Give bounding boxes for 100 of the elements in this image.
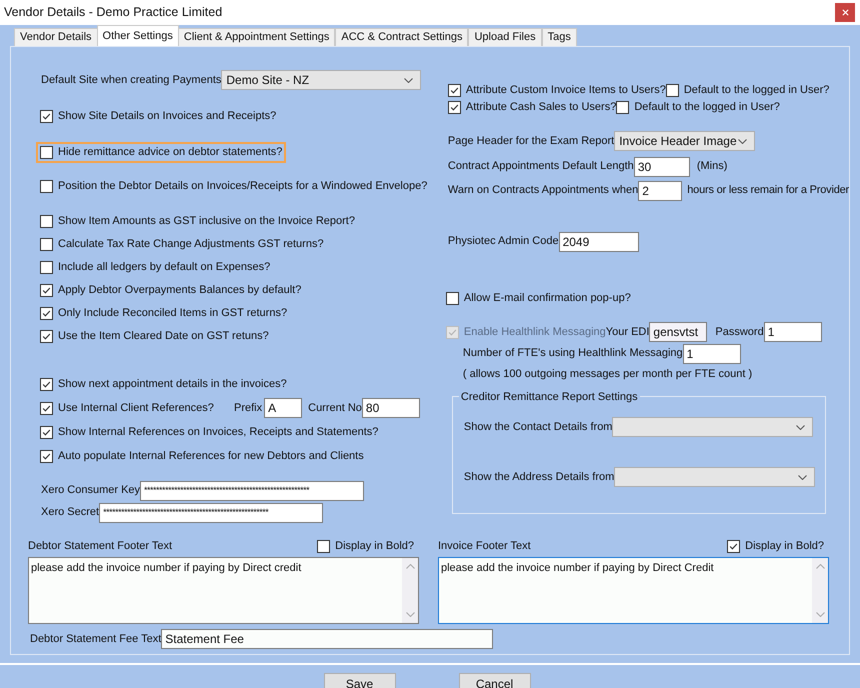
checkbox[interactable] <box>448 101 461 114</box>
field-label: Calculate Tax Rate Change Adjustments GST returns? <box>58 237 324 252</box>
checkbox[interactable] <box>616 101 630 114</box>
field-label: Xero Secret <box>41 505 100 520</box>
field-label: Apply Debtor Overpayments Balances by default? <box>58 283 302 298</box>
dialog-button[interactable]: Cancel <box>458 673 530 688</box>
checkbox[interactable] <box>727 540 740 553</box>
checkbox[interactable] <box>446 292 459 304</box>
checkbox[interactable] <box>40 307 53 320</box>
input-field[interactable]: 80 <box>362 398 420 418</box>
checkbox[interactable] <box>666 84 679 97</box>
check-icon <box>41 308 52 319</box>
dropdown[interactable]: Invoice Header Image <box>614 131 756 151</box>
field-label: Attribute Custom Invoice Items to Users? <box>466 83 666 98</box>
chevron-down-icon <box>738 138 748 144</box>
field-label: Warn on Contracts Appointments when <box>448 183 638 198</box>
checkbox[interactable] <box>40 110 53 123</box>
checkbox[interactable] <box>40 146 53 159</box>
chevron-down-icon <box>404 78 414 82</box>
tab[interactable]: Tags <box>542 28 577 46</box>
field-label: Show Site Details on Invoices and Receipts? <box>58 109 276 124</box>
tab[interactable]: Upload Files <box>468 28 542 46</box>
field-label: (Mins) <box>696 159 728 174</box>
field-label: Debtor Statement Fee Text <box>30 632 162 647</box>
check-icon <box>448 85 460 96</box>
chevron-up-icon <box>816 564 824 569</box>
input-field[interactable]: ******************************************************* <box>99 502 324 522</box>
field-label: Physiotec Admin Code <box>448 234 559 250</box>
dropdown[interactable]: Demo Site - NZ <box>221 70 422 90</box>
field-label: Your EDI <box>606 324 650 340</box>
field-label: Show Item Amounts as GST inclusive on the Invoice Report? <box>58 214 355 230</box>
input-field[interactable]: 2 <box>638 180 682 200</box>
checkbox[interactable] <box>40 261 53 274</box>
input-field[interactable]: 2049 <box>558 232 639 252</box>
checkbox[interactable] <box>40 238 53 251</box>
input-field[interactable]: ******************************************************* <box>140 480 364 500</box>
checkbox[interactable] <box>40 180 53 193</box>
checkbox[interactable] <box>40 378 53 390</box>
field-label: Display in Bold? <box>335 539 414 554</box>
field-label: Position the Debtor Details on Invoices/Receipts for a Windowed Envelope? <box>58 179 428 194</box>
input-field[interactable]: A <box>264 398 302 418</box>
close-button[interactable] <box>835 3 855 22</box>
tab[interactable]: Vendor Details <box>14 28 98 46</box>
field-label: Number of FTE's using Healthlink Messaging <box>462 346 683 362</box>
input-field[interactable]: Statement Fee <box>161 629 494 649</box>
checkbox[interactable] <box>40 426 53 438</box>
chevron-down-icon <box>406 612 414 617</box>
checkbox[interactable] <box>448 84 461 97</box>
check-icon <box>41 285 52 296</box>
field-label: Allow E-mail confirmation pop-up? <box>464 290 631 306</box>
input-field[interactable]: 30 <box>634 156 690 176</box>
field-label: Use the Item Cleared Date on GST retuns? <box>58 329 269 344</box>
field-label: Default to the logged in User? <box>684 83 830 98</box>
window-title: Vendor Details - Demo Practice Limited <box>4 4 222 22</box>
field-label: Show Internal References on Invoices, Receipts and Statements? <box>58 424 378 440</box>
field-label: Attribute Cash Sales to Users? <box>466 100 616 116</box>
field-label: Display in Bold? <box>745 539 824 554</box>
checkbox[interactable] <box>40 450 53 462</box>
dialog-button[interactable]: Save <box>324 673 396 688</box>
checkbox[interactable] <box>40 402 53 414</box>
field-label: Password <box>715 324 764 340</box>
group-title: Creditor Remittance Report Settings <box>458 389 640 406</box>
field-label: hours or less remain for a Provider <box>687 183 849 198</box>
field-label: Contract Appointments Default Length <box>448 159 634 174</box>
tab[interactable]: Client & Appointment Settings <box>178 28 336 46</box>
field-label: Auto populate Internal References for new Debtors and Clients <box>58 448 364 464</box>
field-label: Use Internal Client References? <box>58 400 214 416</box>
field-label: Enable Healthlink Messaging <box>464 324 606 340</box>
tab[interactable]: Other Settings <box>96 25 179 46</box>
close-icon <box>842 9 848 16</box>
field-label: Show next appointment details in the invoices? <box>58 376 287 392</box>
scrollbar[interactable] <box>812 558 828 623</box>
field-label: Default to the logged in User? <box>634 100 780 116</box>
checkbox[interactable] <box>40 284 53 297</box>
field-label: Xero Consumer Key <box>41 483 140 498</box>
note-text: ( allows 100 outgoing messages per month per FTE count ) <box>462 366 752 382</box>
field-label: Page Header for the Exam Report <box>448 134 614 149</box>
check-icon <box>448 102 460 113</box>
checkbox[interactable] <box>317 540 330 553</box>
field-label: Default Site when creating Payments <box>41 72 222 88</box>
field-label: Include all ledgers by default on Expenses? <box>58 260 270 276</box>
text-area[interactable]: please add the invoice number if paying by Direct Credit <box>438 557 829 624</box>
chevron-down-icon <box>796 424 806 430</box>
field-label: Current No <box>308 400 362 416</box>
field-label: Prefix <box>234 400 262 416</box>
text-area[interactable]: please add the invoice number if paying by Direct credit <box>28 557 419 624</box>
check-icon <box>41 331 52 342</box>
field-label: Show the Contact Details from <box>464 420 612 435</box>
checkbox[interactable] <box>40 330 53 343</box>
chevron-down-icon <box>816 612 824 617</box>
chevron-up-icon <box>406 564 414 569</box>
chevron-down-icon <box>798 474 808 480</box>
scrollbar[interactable] <box>402 558 418 623</box>
field-label: Hide remittance advice on debtor statements? <box>58 145 282 160</box>
field-label: Show the Address Details from <box>464 470 614 485</box>
checkbox[interactable] <box>40 215 53 228</box>
field-label: Debtor Statement Footer Text <box>28 538 172 554</box>
field-label: Invoice Footer Text <box>438 538 531 554</box>
tab[interactable]: ACC & Contract Settings <box>335 28 468 46</box>
field-label: Only Include Reconciled Items in GST returns? <box>58 306 288 322</box>
